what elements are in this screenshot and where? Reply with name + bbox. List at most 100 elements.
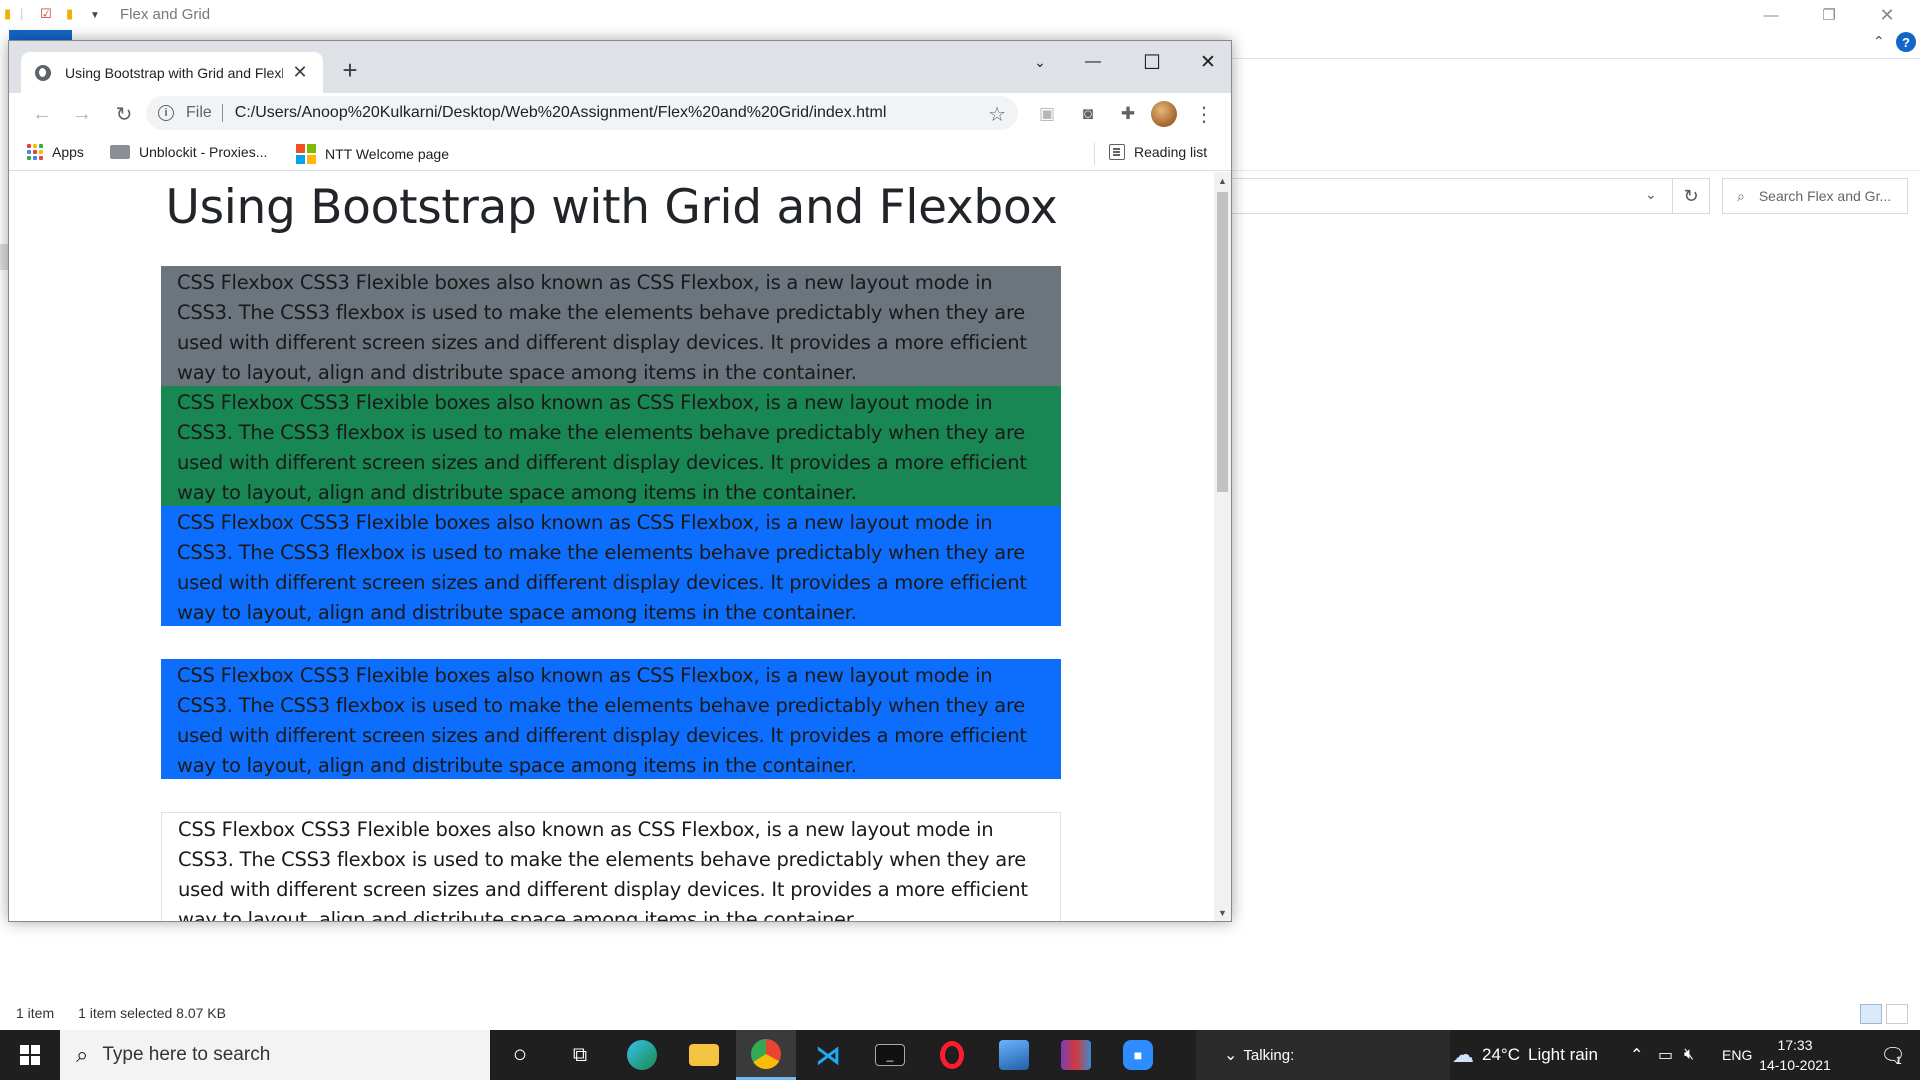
taskbar-zoom[interactable]: ■ [1108, 1030, 1168, 1080]
weather-desc: Light rain [1527, 1045, 1598, 1064]
clock-time: 17:33 [1777, 1037, 1813, 1053]
site-icon [110, 145, 130, 159]
show-hidden-icons[interactable]: ⌃ [1630, 1030, 1643, 1080]
taskbar-vscode[interactable]: ⋊ [798, 1030, 858, 1080]
url-text[interactable]: C:/Users/Anoop%20Kulkarni/Desktop/Web%20… [235, 104, 887, 122]
grid-box-primary: CSS Flexbox CSS3 Flexible boxes also kno… [161, 659, 1061, 779]
bookmark-ntt[interactable]: NTT Welcome page [296, 144, 449, 164]
new-folder-icon[interactable]: ▮ [66, 6, 73, 22]
screenshot-icon[interactable]: ▣ [1034, 101, 1060, 127]
minimize-button[interactable]: — [1070, 47, 1116, 77]
bookmarks-bar: Apps Unblockit - Proxies... NTT Welcome … [9, 135, 1231, 171]
item-count: 1 item [16, 1005, 55, 1021]
bookmark-star-icon[interactable]: ☆ [988, 102, 1006, 127]
menu-icon[interactable]: ⋮ [1191, 101, 1217, 127]
ribbon-divider [1230, 58, 1920, 59]
start-button[interactable] [0, 1030, 60, 1080]
cloud-rain-icon: ☁ [1452, 1042, 1474, 1067]
taskbar-terminal[interactable]: _ [860, 1030, 920, 1080]
new-tab-button[interactable]: + [335, 55, 365, 85]
properties-icon[interactable]: ☑ [40, 6, 52, 22]
windows-taskbar: ⌕ Type here to search ○ ⧉ ⋊ _ ■ ⌄ Talkin… [0, 1030, 1920, 1080]
taskbar-search-placeholder: Type here to search [102, 1044, 271, 1065]
windows-logo-icon [20, 1045, 40, 1065]
taskbar-winrar[interactable] [1046, 1030, 1106, 1080]
scroll-thumb[interactable] [1217, 192, 1228, 492]
taskbar-edge[interactable] [612, 1030, 672, 1080]
selection-info: 1 item selected 8.07 KB [78, 1005, 226, 1021]
taskbar-opera[interactable] [922, 1030, 982, 1080]
page-scrollbar[interactable]: ▲ ▼ [1214, 172, 1231, 921]
explorer-search-box[interactable]: ⌕ Search Flex and Gr... [1722, 178, 1908, 214]
grid-box-bordered: CSS Flexbox CSS3 Flexible boxes also kno… [161, 812, 1061, 921]
search-icon: ⌕ [76, 1042, 89, 1067]
task-view-icon: ⧉ [572, 1043, 588, 1066]
microsoft-logo-icon [296, 144, 316, 164]
close-tab-icon[interactable]: ✕ [289, 62, 311, 84]
omnibox-separator [221, 104, 223, 122]
bookmark-apps[interactable]: Apps [27, 144, 84, 160]
task-view-button[interactable]: ⧉ [550, 1030, 610, 1080]
system-clock[interactable]: 17:33 14-10-2021 [1750, 1035, 1840, 1075]
bookmark-label: Unblockit - Proxies... [139, 144, 268, 160]
taskbar-search-box[interactable]: ⌕ Type here to search [60, 1030, 490, 1080]
view-toggles [1860, 1004, 1908, 1024]
cortana-button[interactable]: ○ [490, 1030, 550, 1080]
profile-avatar[interactable] [1151, 101, 1177, 127]
scroll-up-icon[interactable]: ▲ [1218, 176, 1227, 186]
browser-toolbar: ← → ↻ i File C:/Users/Anoop%20Kulkarni/D… [9, 93, 1231, 135]
help-icon[interactable]: ? [1896, 32, 1916, 52]
bookmark-unblockit[interactable]: Unblockit - Proxies... [110, 144, 267, 160]
tab-strip: Using Bootstrap with Grid and Flexbox ✕ … [9, 41, 1231, 93]
scroll-down-icon[interactable]: ▼ [1218, 908, 1227, 918]
apps-grid-icon [27, 144, 43, 160]
camera-icon[interactable]: ◙ [1075, 101, 1101, 127]
page-title: Using Bootstrap with Grid and Flexbox [165, 180, 1058, 235]
chrome-icon [751, 1038, 781, 1069]
address-divider [1230, 170, 1920, 171]
customize-quick-access-icon[interactable]: ▼ [90, 10, 100, 21]
weather-widget[interactable]: ☁ 24°C Light rain [1452, 1030, 1598, 1080]
refresh-icon[interactable]: ↻ [1672, 178, 1710, 214]
taskbar-photos[interactable] [984, 1030, 1044, 1080]
info-icon[interactable]: i [158, 105, 174, 121]
extensions-icon[interactable]: ✚ [1115, 101, 1141, 127]
explorer-address-bar[interactable] [1230, 178, 1710, 214]
explorer-title: Flex and Grid [120, 6, 211, 23]
explorer-status-bar: 1 item 1 item selected 8.07 KB [16, 1005, 226, 1021]
browser-tab[interactable]: Using Bootstrap with Grid and Flexbox ✕ [21, 52, 323, 93]
bookmark-label: Apps [52, 144, 84, 160]
reading-list-button[interactable]: Reading list [1109, 144, 1207, 160]
forward-icon[interactable]: → [67, 99, 97, 129]
explorer-titlebar: ▮ | ☑ ▮ ▼ Flex and Grid — ❐ ✕ [0, 0, 1920, 30]
maximize-button[interactable]: ☐ [1129, 47, 1175, 77]
tab-search-icon[interactable]: ⌄ [1017, 47, 1063, 77]
taskbar-file-explorer[interactable] [674, 1030, 734, 1080]
notification-icon: 🗨︎ [1880, 1044, 1906, 1067]
language-indicator[interactable]: ENG [1722, 1030, 1752, 1080]
details-view-icon[interactable] [1860, 1004, 1882, 1024]
taskbar-chrome[interactable] [736, 1030, 796, 1080]
address-bar[interactable]: i File C:/Users/Anoop%20Kulkarni/Desktop… [146, 96, 1018, 130]
reload-icon[interactable]: ↻ [109, 99, 139, 129]
collapse-ribbon-icon[interactable]: ⌃ [1873, 33, 1885, 50]
action-center-button[interactable]: 🗨︎ 1 [1862, 1030, 1920, 1080]
terminal-icon: _ [875, 1044, 905, 1066]
explorer-minimize-button[interactable]: — [1748, 2, 1794, 28]
search-icon: ⌕ [1737, 187, 1745, 204]
large-icons-view-icon[interactable] [1886, 1004, 1908, 1024]
edge-icon [627, 1040, 657, 1070]
explorer-close-button[interactable]: ✕ [1864, 2, 1910, 28]
clock-date: 14-10-2021 [1759, 1057, 1831, 1073]
close-button[interactable]: ✕ [1185, 47, 1231, 77]
explorer-restore-button[interactable]: ❐ [1806, 2, 1852, 28]
volume-muted-icon[interactable]: 🔇︎ [1684, 1030, 1694, 1080]
battery-icon[interactable]: ▭ [1658, 1030, 1673, 1080]
notification-count: 1 [1895, 1055, 1902, 1067]
back-icon[interactable]: ← [27, 99, 57, 129]
explorer-search-placeholder: Search Flex and Gr... [1758, 188, 1892, 204]
file-explorer-icon [689, 1044, 719, 1066]
flex-box-success: CSS Flexbox CSS3 Flexible boxes also kno… [161, 386, 1061, 506]
chevron-down-icon[interactable]: ⌄ [1645, 186, 1657, 203]
talking-indicator[interactable]: ⌄ Talking: [1196, 1030, 1450, 1080]
